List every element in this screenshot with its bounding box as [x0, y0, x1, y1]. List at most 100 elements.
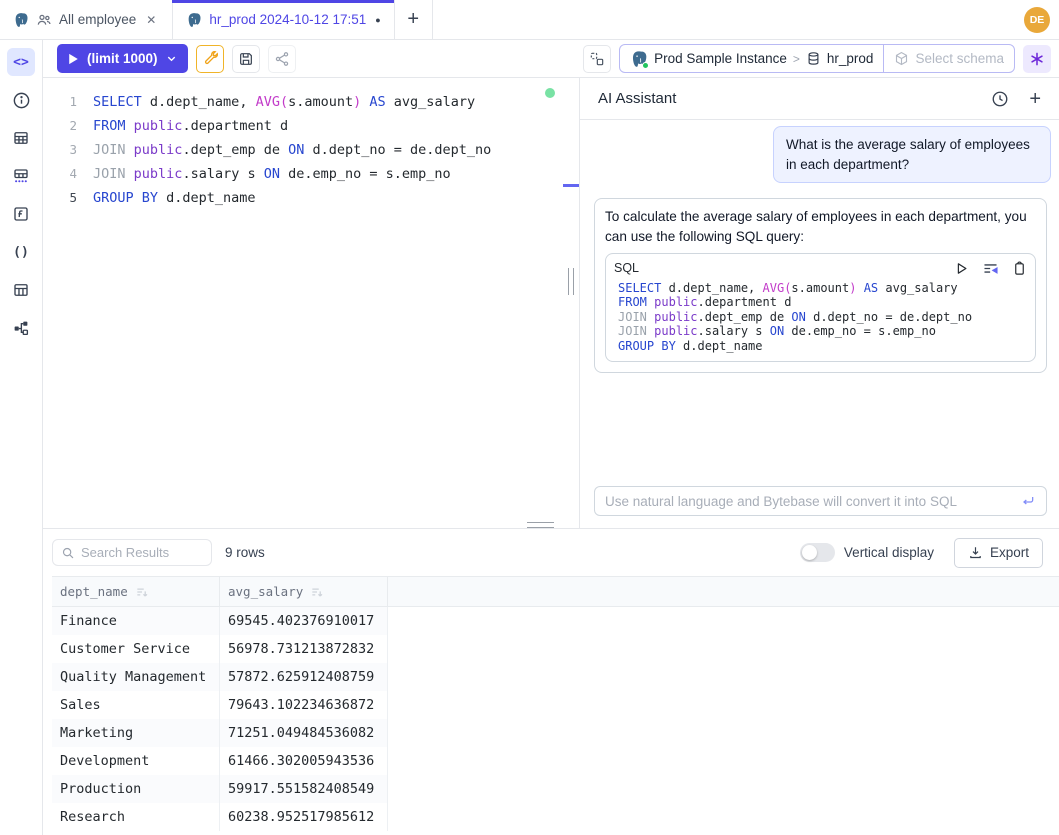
vertical-resize-handle[interactable] [568, 268, 574, 295]
ai-chat-area: What is the average salary of employees … [580, 120, 1059, 486]
code-icon: <> [13, 55, 29, 70]
breadcrumb-separator: > [793, 52, 800, 66]
format-icon [589, 51, 605, 67]
line-number: 5 [43, 186, 77, 210]
table-cell: Production [52, 775, 220, 803]
code-block-language-label: SQL [614, 259, 954, 277]
export-button[interactable]: Export [954, 538, 1043, 568]
sql-editor[interactable]: 1SELECT d.dept_name, AVG(s.amount) AS av… [43, 78, 564, 527]
results-panel: Search Results 9 rows Vertical display E… [43, 528, 1059, 835]
share-button[interactable] [268, 45, 296, 73]
sql-line: 3JOIN public.dept_emp de ON d.dept_no = … [43, 138, 564, 162]
table-row[interactable]: Marketing71251.049484536082 [52, 719, 388, 747]
run-code-icon[interactable] [954, 261, 969, 276]
return-icon[interactable] [1020, 493, 1036, 509]
line-number: 4 [43, 162, 77, 186]
tab-all-employee[interactable]: All employee ✕ [0, 0, 173, 39]
table-row[interactable]: Development61466.302005943536 [52, 747, 388, 775]
results-toolbar: Search Results 9 rows Vertical display E… [43, 529, 1059, 576]
column-label: dept_name [60, 584, 128, 599]
table-row[interactable]: Quality Management57872.625912408759 [52, 663, 388, 691]
sidebar-item-procedures[interactable]: () [7, 238, 35, 266]
ai-assistant-button[interactable] [1023, 45, 1051, 73]
table-cell: 60238.952517985612 [220, 803, 388, 831]
sql-line: 1SELECT d.dept_name, AVG(s.amount) AS av… [43, 90, 564, 114]
history-clock-icon[interactable] [991, 90, 1009, 108]
table-row[interactable]: Research60238.952517985612 [52, 803, 388, 831]
editor-scroll-thumb[interactable] [563, 184, 579, 187]
row-count: 9 rows [225, 545, 265, 560]
user-message-bubble: What is the average salary of employees … [773, 126, 1051, 183]
schema-cube-icon [894, 51, 909, 66]
editor-code: 1SELECT d.dept_name, AVG(s.amount) AS av… [43, 90, 564, 210]
search-results-input[interactable]: Search Results [52, 539, 212, 566]
sql-line: 5GROUP BY d.dept_name [43, 186, 564, 210]
schema-diagram-icon [12, 319, 30, 337]
sql-line: GROUP BY d.dept_name [614, 339, 1027, 354]
database-icon [806, 51, 821, 66]
column-header-dept-name[interactable]: dept_name [52, 577, 220, 606]
sort-icon [310, 585, 324, 599]
table-cell: 59917.551582408549 [220, 775, 388, 803]
table-row[interactable]: Customer Service56978.731213872832 [52, 635, 388, 663]
table-header: dept_name avg_salary [52, 576, 1059, 607]
tab-label: hr_prod 2024-10-12 17:51 [209, 12, 366, 27]
ai-prompt-input[interactable]: Use natural language and Bytebase will c… [594, 486, 1047, 516]
ai-input-placeholder: Use natural language and Bytebase will c… [605, 494, 1020, 509]
sidebar-item-info[interactable] [7, 86, 35, 114]
ai-panel-header: AI Assistant + [580, 78, 1059, 120]
save-icon [238, 51, 254, 67]
postgresql-icon [13, 12, 29, 28]
ai-code: SELECT d.dept_name, AVG(s.amount) AS avg… [614, 281, 1027, 354]
copy-code-icon[interactable] [1012, 261, 1027, 276]
table-header-filler [388, 577, 1059, 606]
sidebar-item-tables[interactable] [7, 124, 35, 152]
fix-wrench-button[interactable] [196, 45, 224, 73]
ai-assistant-panel: AI Assistant + What is the average salar… [579, 78, 1059, 528]
share-icon [274, 51, 290, 67]
vertical-display-toggle[interactable] [800, 543, 835, 562]
run-label: (limit 1000) [87, 51, 158, 66]
sidebar-item-sql-editor[interactable]: <> [7, 48, 35, 76]
sidebar: <> () [0, 40, 43, 835]
column-label: avg_salary [228, 584, 303, 599]
close-icon[interactable]: ✕ [143, 11, 159, 29]
toggle-knob [802, 545, 817, 560]
parentheses-icon: () [13, 245, 29, 260]
insert-into-editor-icon[interactable] [982, 260, 999, 277]
column-header-avg-salary[interactable]: avg_salary [220, 577, 388, 606]
table-row[interactable]: Finance69545.402376910017 [52, 607, 388, 635]
line-number: 1 [43, 90, 77, 114]
table-cell: Marketing [52, 719, 220, 747]
openai-icon [1029, 51, 1045, 67]
horizontal-resize-handle[interactable] [527, 522, 554, 528]
avatar[interactable]: DE [1024, 7, 1050, 33]
sidebar-item-schema-diagram[interactable] [7, 314, 35, 342]
table-icon [12, 129, 30, 147]
worksheet-people-icon [36, 12, 52, 28]
table-cell: 71251.049484536082 [220, 719, 388, 747]
sql-line: 4JOIN public.salary s ON de.emp_no = s.e… [43, 162, 564, 186]
tab-bar: All employee ✕ hr_prod 2024-10-12 17:51 … [0, 0, 1059, 40]
format-sql-button[interactable] [583, 45, 611, 73]
results-table: dept_name avg_salary Finance69545.402376… [52, 576, 1059, 831]
instance-database-selector[interactable]: Prod Sample Instance > hr_prod [620, 45, 883, 72]
connection-selector: Prod Sample Instance > hr_prod Select sc… [619, 44, 1015, 73]
schema-selector[interactable]: Select schema [883, 45, 1014, 72]
save-button[interactable] [232, 45, 260, 73]
sidebar-item-external-tables[interactable] [7, 162, 35, 190]
tab-hr-prod[interactable]: hr_prod 2024-10-12 17:51 ● [173, 0, 394, 39]
editor-toolbar: (limit 1000) Prod Sample Instance [43, 40, 1059, 78]
table-row[interactable]: Production59917.551582408549 [52, 775, 388, 803]
table-body: Finance69545.402376910017Customer Servic… [52, 607, 1059, 831]
sidebar-item-views[interactable] [7, 276, 35, 304]
run-query-button[interactable]: (limit 1000) [57, 44, 188, 73]
sidebar-item-functions[interactable] [7, 200, 35, 228]
new-chat-icon[interactable]: + [1029, 89, 1041, 109]
table-cell: Finance [52, 607, 220, 635]
table-row[interactable]: Sales79643.102234636872 [52, 691, 388, 719]
new-tab-button[interactable]: + [395, 0, 433, 39]
postgresql-icon [186, 12, 202, 28]
search-icon [61, 546, 75, 560]
unsaved-indicator: ● [375, 15, 380, 25]
